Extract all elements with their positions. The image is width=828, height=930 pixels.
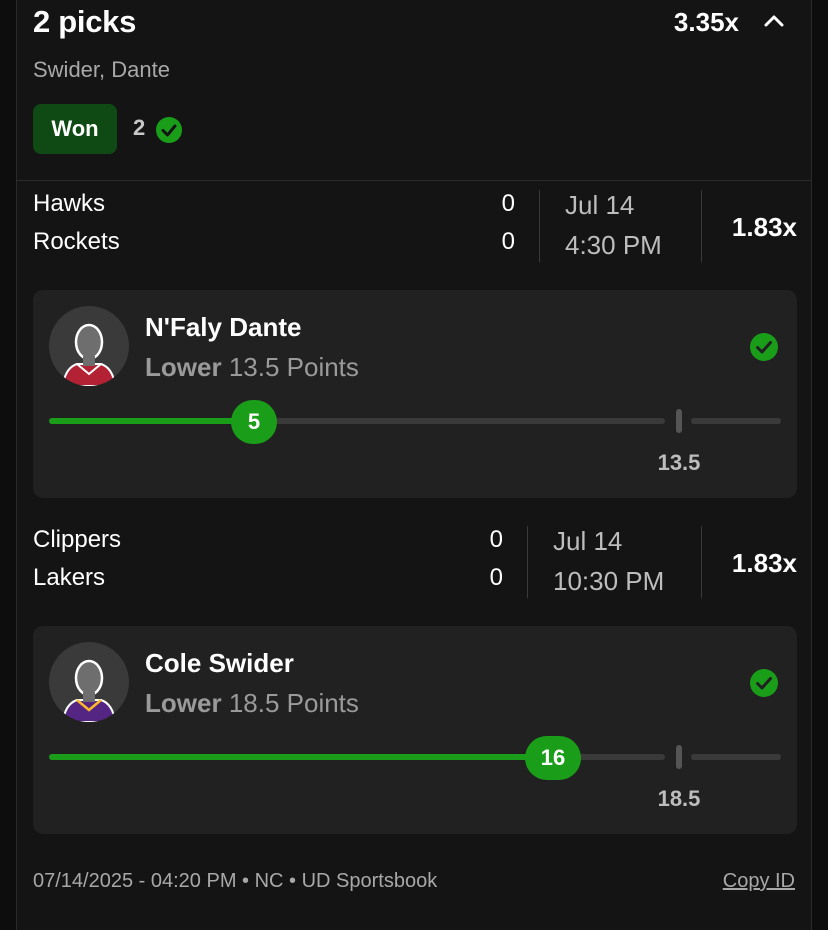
team-name: Rockets <box>33 228 120 255</box>
player-name: Cole Swider <box>145 648 294 678</box>
progress-fill <box>49 418 253 424</box>
game-time: 4:30 PM <box>565 230 662 260</box>
team-score: 0 <box>489 564 503 591</box>
game-time: 10:30 PM <box>553 566 665 596</box>
game-section-1: Hawks Rockets 0 0 Jul 14 4:30 PM 1.83x N… <box>17 190 813 510</box>
pick-direction: Lower <box>145 352 222 382</box>
progress-fill <box>49 754 549 760</box>
check-circle-icon <box>750 669 778 697</box>
line-value: 13.5 <box>657 450 701 475</box>
pick-direction: Lower <box>145 688 222 718</box>
check-circle-icon <box>156 117 182 143</box>
team-name: Lakers <box>33 564 106 591</box>
line-marker <box>676 409 682 433</box>
team-score: 0 <box>489 526 503 553</box>
player-silhouette-icon <box>61 323 117 386</box>
status-badge: Won <box>33 104 117 154</box>
pick-line: Lower 18.5 Points <box>145 688 359 719</box>
check-circle-icon <box>750 333 778 361</box>
pick-card[interactable]: Cole Swider Lower 18.5 Points 16 18.5 <box>33 626 797 834</box>
actual-value-knob: 16 <box>525 736 581 780</box>
divider <box>527 526 528 598</box>
team-score: 0 <box>501 190 515 217</box>
actual-value-knob: 5 <box>231 400 277 444</box>
game-date: Jul 14 <box>565 190 635 220</box>
divider <box>17 180 811 181</box>
copy-id-link[interactable]: Copy ID <box>723 870 795 893</box>
entry-card: 2 picks 3.35x Swider, Dante Won 2 Hawks … <box>16 0 812 930</box>
pick-line: Lower 13.5 Points <box>145 352 359 383</box>
divider <box>701 526 702 598</box>
pick-multiplier: 1.83x <box>731 212 797 242</box>
avatar <box>49 642 129 722</box>
page-title: 2 picks <box>33 4 137 39</box>
player-name: N'Faly Dante <box>145 312 302 342</box>
avatar <box>49 306 129 386</box>
stat-line: 13.5 Points <box>228 352 359 382</box>
game-section-2: Clippers Lakers 0 0 Jul 14 10:30 PM 1.83… <box>17 526 813 846</box>
game-date: Jul 14 <box>553 526 623 556</box>
progress-track-over <box>691 418 781 424</box>
pick-multiplier: 1.83x <box>731 548 797 578</box>
team-name: Clippers <box>33 526 122 553</box>
entry-meta: 07/14/2025 - 04:20 PM • NC • UD Sportsbo… <box>33 870 438 892</box>
team-name: Hawks <box>33 190 106 217</box>
progress-track-over <box>691 754 781 760</box>
line-marker <box>676 745 682 769</box>
divider <box>539 190 540 262</box>
player-silhouette-icon <box>61 659 117 722</box>
line-value: 18.5 <box>657 786 701 811</box>
team-score: 0 <box>501 228 515 255</box>
players-subtitle: Swider, Dante <box>33 57 170 82</box>
divider <box>701 190 702 262</box>
stat-line: 18.5 Points <box>228 688 359 718</box>
pick-card[interactable]: N'Faly Dante Lower 13.5 Points 5 13.5 <box>33 290 797 498</box>
entry-multiplier: 3.35x <box>673 7 739 37</box>
won-count: 2 <box>133 115 146 140</box>
chevron-up-icon[interactable] <box>761 8 787 34</box>
